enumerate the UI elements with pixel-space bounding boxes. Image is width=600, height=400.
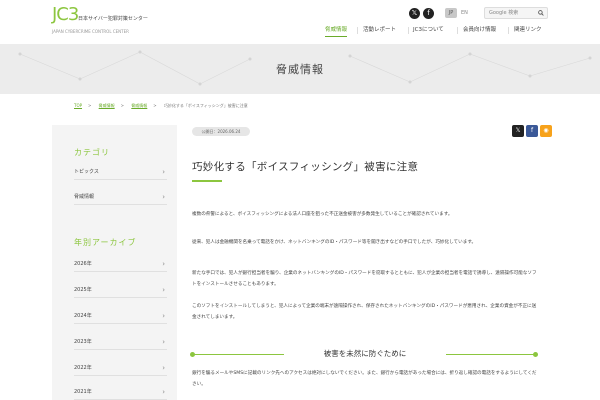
nav-member-info[interactable]: 会員向け情報 — [463, 25, 496, 36]
site-logo[interactable]: JC3 日本サイバー犯罪対策センター JAPAN CYBERCRIME CONT… — [52, 4, 162, 34]
lang-jp-button[interactable]: JP — [445, 8, 457, 18]
archive-year-label: 2024年 — [74, 313, 92, 319]
nav-divider — [357, 27, 358, 34]
search-input[interactable]: Google 検索 — [489, 8, 518, 18]
nav-threat-info[interactable]: 脅威情報 — [325, 25, 348, 37]
archive-year-label: 2026年 — [74, 261, 92, 267]
sidebar-item-label: 脅威情報 — [74, 194, 95, 200]
nav-divider — [508, 27, 509, 34]
chevron-right-icon: › — [162, 312, 165, 320]
facebook-icon[interactable]: f — [423, 8, 434, 19]
archive-year-2026[interactable]: 2026年 › — [74, 256, 167, 272]
archive-year-label: 2025年 — [74, 287, 92, 293]
breadcrumb-separator: > — [88, 103, 92, 108]
publish-date: 公開日：2026.06.24 — [192, 127, 250, 136]
logo-name: 日本サイバー犯罪対策センター — [78, 16, 148, 22]
chevron-right-icon: › — [162, 388, 165, 396]
page-banner: 脅威情報 — [0, 44, 600, 94]
archive-year-label: 2021年 — [74, 389, 92, 395]
breadcrumb-threat-info[interactable]: 脅威情報 — [99, 103, 115, 108]
logo-subtitle: JAPAN CYBERCRIME CONTROL CENTER — [52, 29, 129, 34]
chevron-right-icon: › — [162, 168, 165, 176]
archive-year-2021[interactable]: 2021年 › — [74, 384, 167, 400]
nav-divider — [408, 27, 409, 34]
section-heading: 被害を未然に防ぐために — [323, 349, 407, 358]
archive-year-label: 2022年 — [74, 365, 92, 371]
archive-heading: 年別アーカイブ — [74, 238, 137, 247]
breadcrumb-current: 巧妙化する「ボイスフィッシング」被害に注意 — [163, 103, 248, 108]
title-underline — [192, 180, 222, 182]
share-facebook-icon[interactable]: f — [526, 125, 538, 137]
article-paragraph: 複数の県警によると、ボイスフィッシングによる法人口座を狙った不正送金被害が多数発… — [192, 212, 453, 217]
search-icon[interactable] — [538, 10, 544, 16]
category-heading: カテゴリ — [74, 148, 110, 157]
breadcrumb-top[interactable]: TOP — [74, 103, 82, 108]
archive-year-2025[interactable]: 2025年 › — [74, 282, 167, 298]
share-rss-icon[interactable]: ◉ — [540, 125, 552, 137]
breadcrumb-threat-info-category[interactable]: 脅威情報 — [131, 103, 147, 108]
site-header: JC3 日本サイバー犯罪対策センター JAPAN CYBERCRIME CONT… — [0, 0, 600, 44]
article-paragraph: 従来、犯人は金融機関を名乗って電話をかけ、ネットバンキングのID・パスワード等を… — [192, 240, 477, 245]
article-title: 巧妙化する「ボイスフィッシング」被害に注意 — [192, 161, 419, 173]
chevron-right-icon: › — [162, 286, 165, 294]
breadcrumb-separator: > — [153, 103, 157, 108]
chevron-right-icon: › — [162, 364, 165, 372]
section-rule-left — [194, 354, 284, 355]
chevron-right-icon: › — [162, 193, 165, 201]
sidebar-item-label: トピックス — [74, 169, 99, 175]
article-paragraph: このソフトをインストールしてしまうと、犯人によって企業の端末が遠隔操作され、保存… — [192, 304, 537, 320]
nav-about[interactable]: JC3について — [413, 25, 444, 36]
nav-related-links[interactable]: 関連リンク — [514, 25, 542, 36]
nav-activity-report[interactable]: 活動レポート — [363, 25, 396, 36]
archive-year-2022[interactable]: 2022年 › — [74, 360, 167, 376]
sidebar: カテゴリ トピックス › 脅威情報 › 年別アーカイブ 2026年 › 2025… — [52, 125, 177, 400]
section-rule-right — [446, 354, 534, 355]
article-paragraph: 銀行を騙るメールやSMSに記載のリンク先へのアクセスは絶対にしないでください。ま… — [192, 371, 537, 387]
chevron-right-icon: › — [162, 338, 165, 346]
archive-year-2023[interactable]: 2023年 › — [74, 334, 167, 350]
archive-year-label: 2023年 — [74, 339, 92, 345]
logo-mark: JC3 — [52, 4, 79, 25]
share-x-icon[interactable]: 𝕏 — [512, 125, 524, 137]
breadcrumb: TOP > 脅威情報 > 脅威情報 > 巧妙化する「ボイスフィッシング」被害に注意 — [74, 103, 254, 109]
sidebar-item-topics[interactable]: トピックス › — [74, 164, 167, 180]
article-paragraph: 新たな手口では、犯人が銀行担当者を騙り、企業のネットバンキングのID・パスワード… — [192, 271, 537, 287]
x-twitter-icon[interactable]: 𝕏 — [409, 8, 420, 19]
page-title: 脅威情報 — [276, 63, 324, 76]
nav-divider — [457, 27, 458, 34]
sidebar-item-threat-info[interactable]: 脅威情報 › — [74, 189, 167, 205]
section-rule-dot — [533, 352, 538, 357]
lang-en-button[interactable]: EN — [461, 8, 468, 18]
breadcrumb-separator: > — [120, 103, 125, 108]
chevron-right-icon: › — [162, 260, 165, 268]
search-box[interactable]: Google 検索 — [484, 7, 548, 19]
archive-year-2024[interactable]: 2024年 › — [74, 308, 167, 324]
